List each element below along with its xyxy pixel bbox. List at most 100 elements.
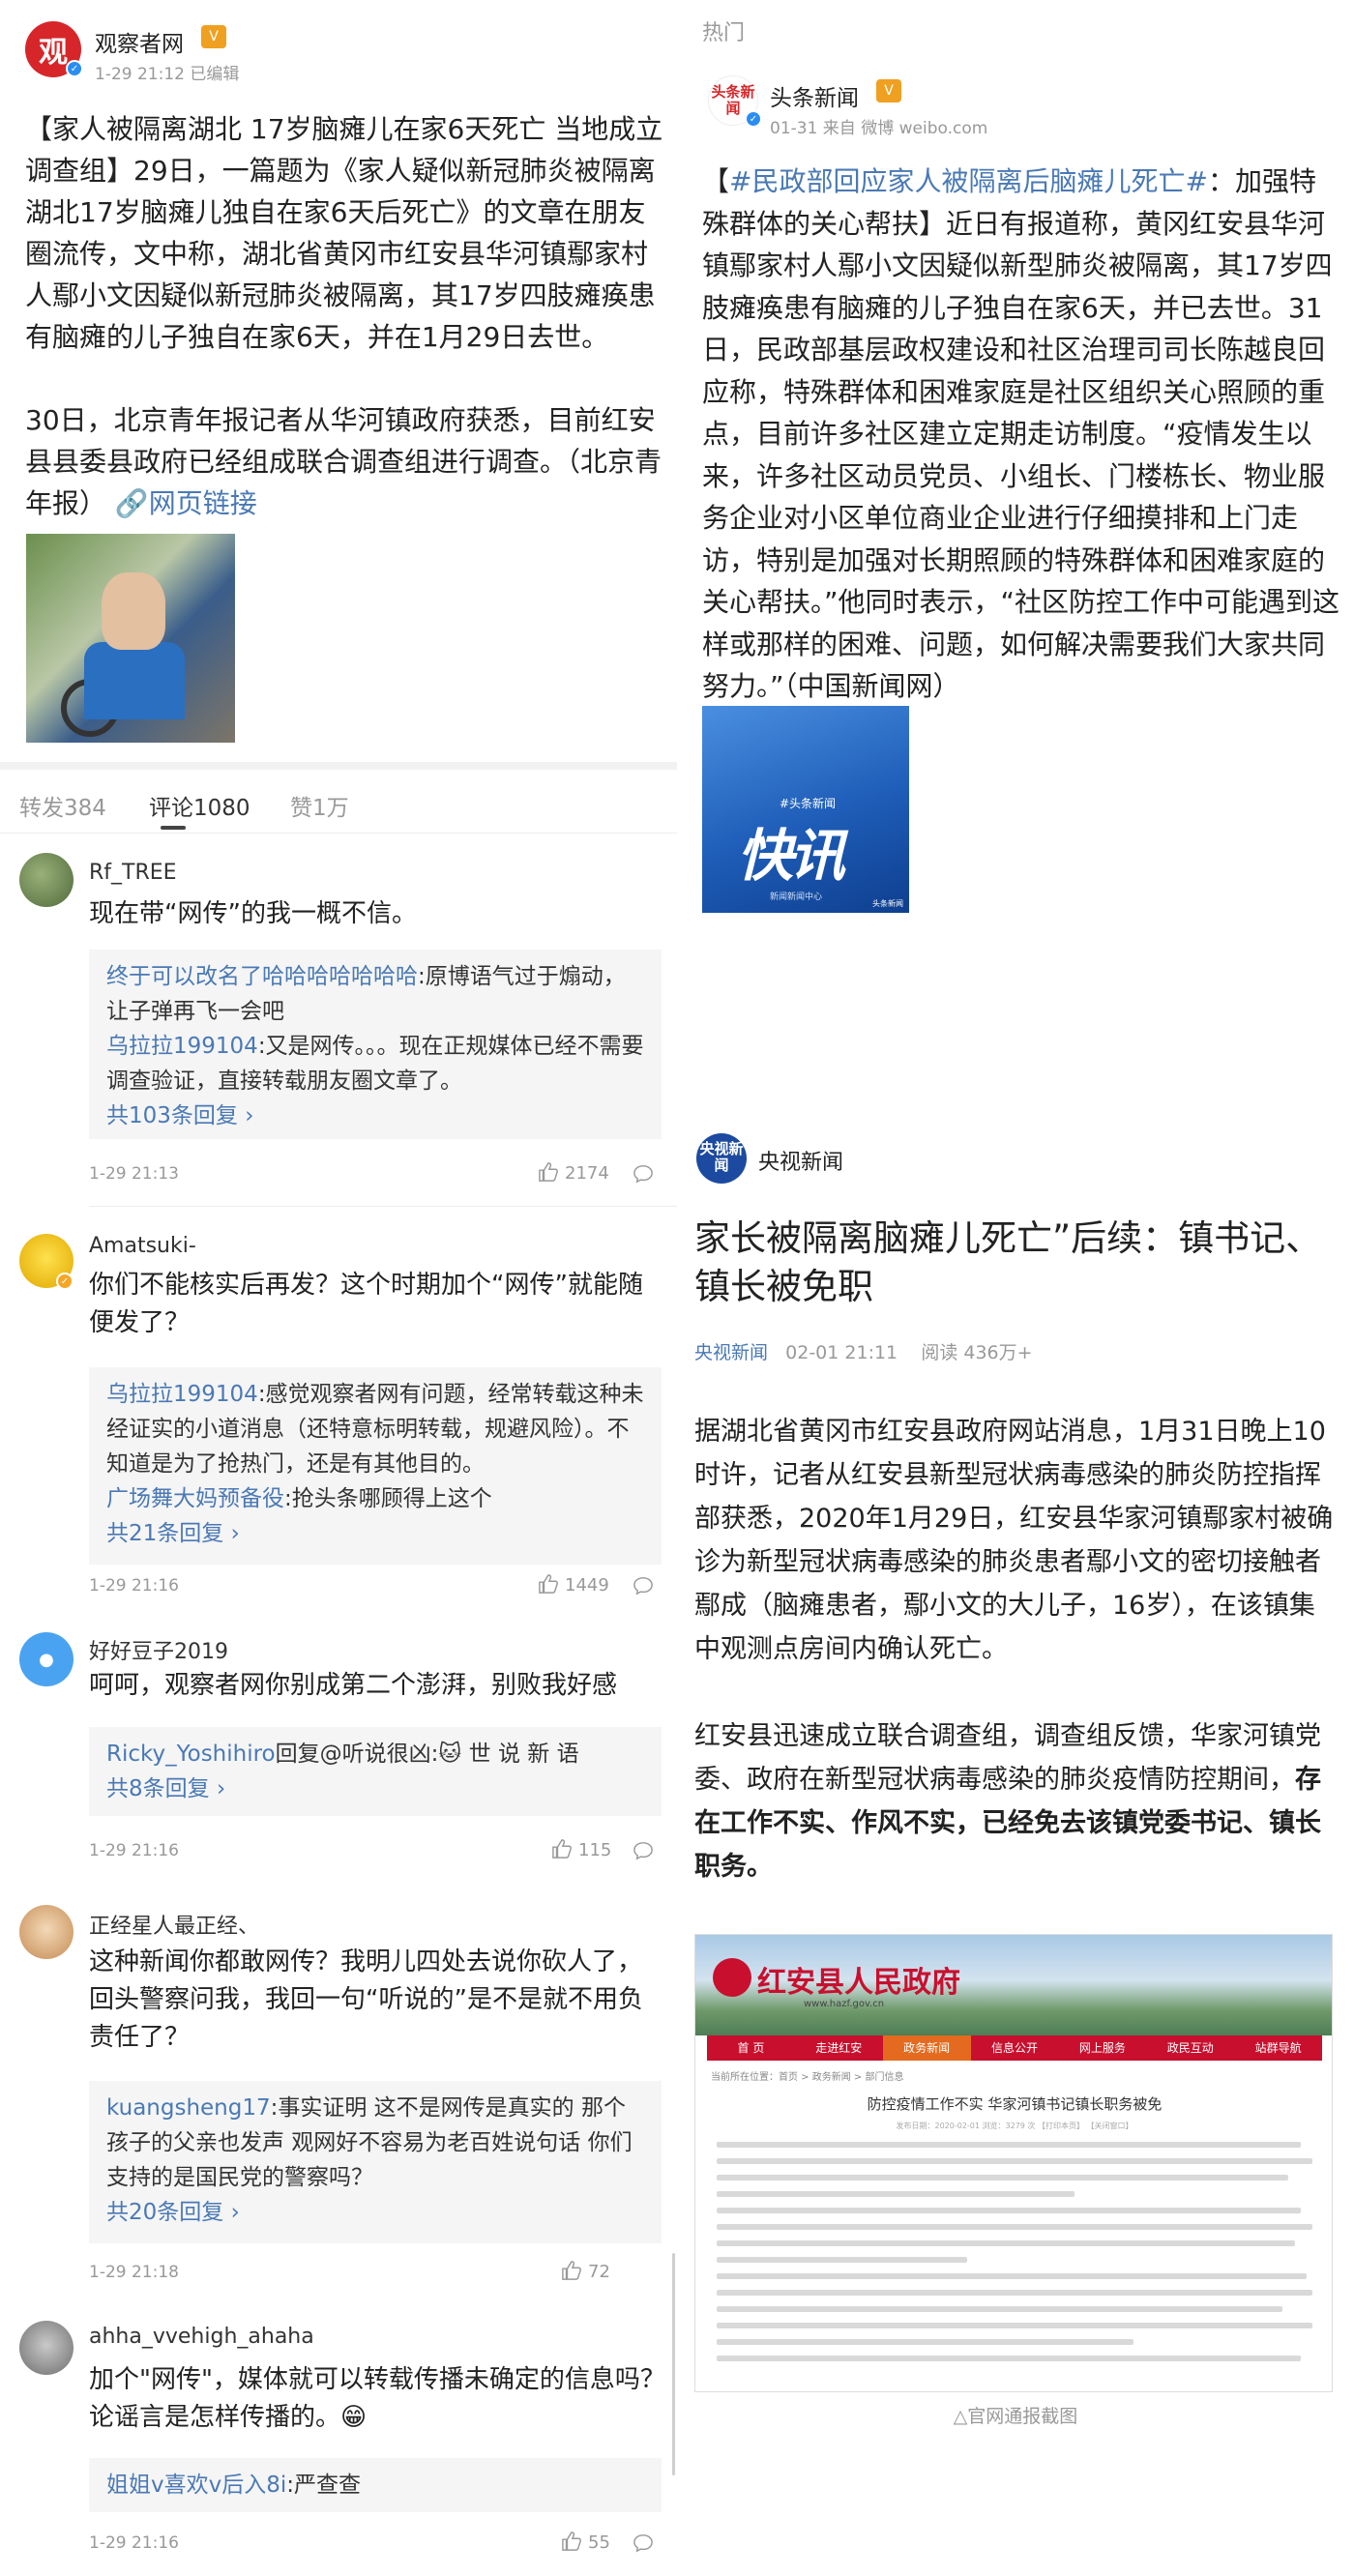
- gov-site-name: 红安县人民政府: [757, 1966, 960, 2000]
- link-icon: 🔗: [114, 487, 149, 519]
- image-headline: 快讯: [737, 823, 845, 889]
- comment-item: 正经星人最正经、 这种新闻你都敢网传？我明儿四处去说你砍人了，回头警察问我，我回…: [0, 1905, 677, 2292]
- commenter-name[interactable]: 好好豆子2019: [89, 1634, 228, 1665]
- reply-text: 回复@听说很凶:🐱 世 说 新 语: [275, 1742, 579, 1767]
- commenter-avatar[interactable]: [19, 2321, 74, 2375]
- like-count: 1449: [565, 1575, 609, 1595]
- like-button[interactable]: 72: [561, 2261, 610, 2282]
- reply-item: Ricky_Yoshihiro回复@听说很凶:🐱 世 说 新 语: [106, 1737, 646, 1771]
- article-paragraph: 红安县迅速成立联合调查组，调查组反馈，华家河镇党委、政府在新型冠状病毒感染的肺炎…: [694, 1714, 1335, 1888]
- comment-text: 你们不能核实后再发？这个时期加个“网传”就能随便发了？: [89, 1271, 643, 1337]
- reply-text: :严查查: [286, 2473, 361, 2498]
- image-tag: #头条新闻: [780, 797, 837, 810]
- reply-box[interactable]: 姐姐v喜欢v后入8i:严查查: [89, 2458, 662, 2512]
- gov-site-url: www.hazf.gov.cn: [804, 1999, 885, 2009]
- web-link-label: 网页链接: [148, 487, 257, 519]
- reply-box[interactable]: Ricky_Yoshihiro回复@听说很凶:🐱 世 说 新 语 共8条回复 ›: [89, 1727, 662, 1816]
- commenter-name[interactable]: 正经星人最正经、: [89, 1909, 259, 1940]
- gov-nav-item: 走进红安: [815, 2041, 863, 2055]
- article-paragraph-text: 红安县迅速成立联合调查组，调查组反馈，华家河镇党委、政府在新型冠状病毒感染的肺炎…: [694, 1721, 1321, 1795]
- gov-nav-item: 首 页: [737, 2041, 765, 2055]
- author-name[interactable]: 观察者网: [95, 25, 184, 58]
- thumbs-up-icon: [552, 1839, 572, 1859]
- right-panel: 热门 头条新闻 ✓ 头条新闻 V 01-31 来自 微博 weibo.com 【…: [677, 0, 1354, 2576]
- like-button[interactable]: 55: [561, 2532, 610, 2553]
- reply-item: 终于可以改名了哈哈哈哈哈哈哈:原博语气过于煽动，让子弹再飞一会吧: [106, 959, 646, 1029]
- commenter-avatar[interactable]: ●: [19, 1632, 74, 1686]
- post-image[interactable]: [26, 534, 235, 743]
- gov-breadcrumb: 当前所在位置：首页 > 政务新闻 > 部门信息: [711, 2072, 904, 2083]
- post-header: 观 ✓ 观察者网 V 1-29 21:12 已编辑: [25, 21, 644, 84]
- comment-text: 现在带“网传”的我一概不信。: [89, 899, 417, 928]
- section-label-hot: 热门: [702, 21, 746, 45]
- child-shape: [84, 642, 185, 719]
- comment-item: ✓ Amatsuki- 你们不能核实后再发？这个时期加个“网传”就能随便发了？ …: [0, 1230, 677, 1617]
- reply-box[interactable]: 乌拉拉199104:感觉观察者网有问题，经常转载这种未经证实的小道消息（还特意标…: [89, 1367, 662, 1565]
- gov-article-info: 发布日期：2020-02-01 浏览：3279 次 【打印本页】 【关闭窗口】: [896, 2122, 1133, 2130]
- vip-badge-icon: V: [201, 25, 226, 48]
- scrollbar[interactable]: [672, 2253, 675, 2475]
- comment-item: ahha_vvehigh_ahaha 加个"网传"，媒体就可以转载传播未确定的信…: [0, 2321, 677, 2562]
- image-caption: △官网通报截图: [953, 2406, 1078, 2427]
- thumbs-up-icon: [562, 2261, 581, 2280]
- topic-link[interactable]: #民政部回应家人被隔离后脑瘫儿死亡#: [729, 165, 1208, 197]
- comment-item: ● 好好豆子2019 呵呵，观察者网你别成第二个澎湃，别败我好感 Ricky_Y…: [0, 1630, 677, 1891]
- open-bracket: 【: [702, 165, 730, 197]
- reply-bubble-icon[interactable]: [633, 1164, 654, 1184]
- reply-box[interactable]: kuangsheng17:事实证明 这不是网传是真实的 那个孩子的父亲也发声 观…: [89, 2081, 662, 2243]
- reply-bubble-icon[interactable]: [633, 2533, 654, 2553]
- reply-bubble-icon[interactable]: [633, 1576, 654, 1595]
- like-button[interactable]: 2174: [538, 1162, 609, 1184]
- like-count: 72: [588, 2262, 610, 2282]
- commenter-name[interactable]: Rf_TREE: [89, 861, 177, 885]
- gov-website-screenshot[interactable]: 红安县人民政府 www.hazf.gov.cn 首 页 走进红安 政务新闻 信息…: [694, 1934, 1333, 2392]
- left-panel: 观 ✓ 观察者网 V 1-29 21:12 已编辑 【家人被隔离湖北 17岁脑瘫…: [0, 0, 677, 2576]
- gov-nav-item: 站群导航: [1254, 2041, 1302, 2055]
- more-replies-link[interactable]: 共20条回复 ›: [106, 2195, 646, 2230]
- post-body: 【家人被隔离湖北 17岁脑瘫儿在家6天死亡 当地成立调查组】29日，一篇题为《家…: [25, 108, 663, 566]
- tab-comments[interactable]: 评论1080: [149, 789, 250, 822]
- reply-user[interactable]: 姐姐v喜欢v后入8i: [106, 2473, 286, 2498]
- comment-item: Rf_TREE 现在带“网传”的我一概不信。 终于可以改名了哈哈哈哈哈哈哈:原博…: [0, 853, 677, 1211]
- tab-indicator: [161, 826, 186, 830]
- author-name[interactable]: 央视新闻: [758, 1145, 843, 1176]
- article-paragraph: 据湖北省黄冈市红安县政府网站消息，1月31日晚上10时许，记者从红安县新型冠状病…: [694, 1417, 1334, 1664]
- image-brand: 头条新闻: [872, 899, 903, 908]
- article-source[interactable]: 央视新闻: [694, 1342, 768, 1363]
- more-replies-link[interactable]: 共21条回复 ›: [106, 1516, 646, 1551]
- more-replies-link[interactable]: 共103条回复 ›: [106, 1098, 646, 1133]
- gov-article-title: 防控疫情工作不实 华家河镇书记镇长职务被免: [867, 2095, 1163, 2113]
- web-link[interactable]: 🔗网页链接: [115, 487, 257, 519]
- commenter-avatar[interactable]: [19, 853, 74, 907]
- reply-user[interactable]: 乌拉拉199104: [106, 1034, 258, 1059]
- commenter-name[interactable]: Amatsuki-: [89, 1234, 196, 1258]
- commenter-avatar[interactable]: [19, 1905, 74, 1959]
- tab-repost[interactable]: 转发384: [19, 789, 106, 822]
- image-footer: 新闻新闻中心: [770, 893, 823, 902]
- author-name[interactable]: 头条新闻: [770, 79, 859, 112]
- reply-bubble-icon[interactable]: [633, 1841, 654, 1860]
- like-button[interactable]: 1449: [538, 1574, 609, 1595]
- toutiao-post-body: 【#民政部回应家人被隔离后脑瘫儿死亡#：加强特殊群体的关心帮扶】近日有报道称，黄…: [702, 161, 1340, 708]
- reply-user[interactable]: 终于可以改名了哈哈哈哈哈哈哈: [106, 964, 418, 989]
- comment-time: 1-29 21:16: [89, 1841, 179, 1860]
- reply-box[interactable]: 终于可以改名了哈哈哈哈哈哈哈:原博语气过于煽动，让子弹再飞一会吧 乌拉拉1991…: [89, 950, 662, 1139]
- cctv-avatar[interactable]: 央视新闻: [696, 1133, 747, 1184]
- more-replies-link[interactable]: 共8条回复 ›: [106, 1771, 646, 1806]
- reply-user[interactable]: kuangsheng17: [106, 2095, 271, 2121]
- like-button[interactable]: 115: [551, 1839, 611, 1860]
- gov-nav-item: 信息公开: [991, 2041, 1039, 2055]
- verified-icon: ✓: [56, 1273, 74, 1290]
- national-emblem-icon: [713, 1958, 751, 1997]
- commenter-name[interactable]: ahha_vvehigh_ahaha: [89, 2325, 314, 2349]
- thumbs-up-icon: [539, 1162, 558, 1182]
- post-time: 1-29 21:12 已编辑: [95, 65, 240, 84]
- kuaixun-image[interactable]: #头条新闻 快讯 新闻新闻中心 头条新闻: [702, 706, 909, 913]
- like-count: 2174: [565, 1163, 609, 1184]
- reply-user[interactable]: 乌拉拉199104: [106, 1382, 258, 1407]
- gov-article-text-lines: [717, 2142, 1312, 2372]
- reply-user[interactable]: Ricky_Yoshihiro: [106, 1742, 276, 1767]
- reply-user[interactable]: 广场舞大妈预备役: [106, 1486, 284, 1511]
- tab-likes[interactable]: 赞1万: [290, 789, 349, 822]
- post-paragraph: 30日，北京青年报记者从华河镇政府获悉，目前红安县县委县政府已经组成联合调查组进…: [25, 399, 663, 524]
